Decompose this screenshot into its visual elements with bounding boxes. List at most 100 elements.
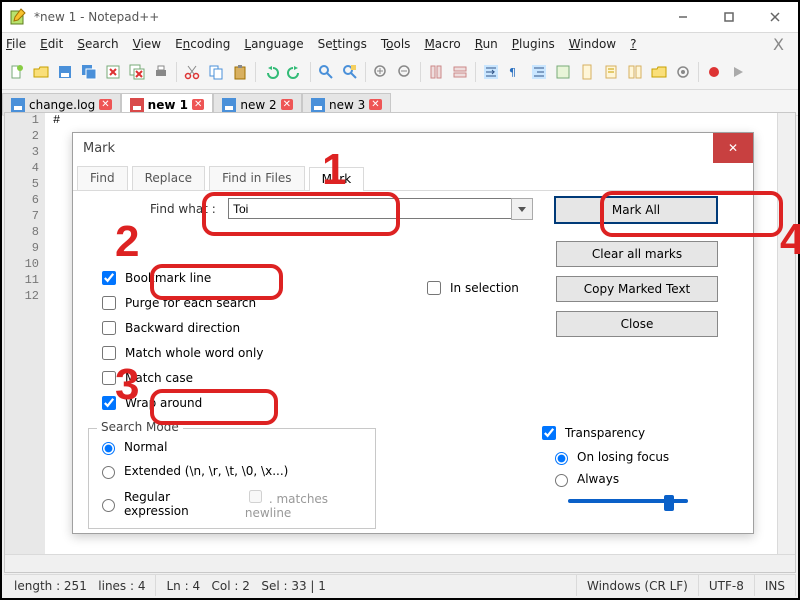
- tb-indent-icon[interactable]: [528, 61, 550, 83]
- tb-cut-icon[interactable]: [181, 61, 203, 83]
- menu-encoding[interactable]: Encoding: [175, 37, 230, 51]
- tb-copy-icon[interactable]: [205, 61, 227, 83]
- search-mode-regex[interactable]: Regular expression . matches newline: [97, 487, 367, 520]
- minimize-button[interactable]: [660, 2, 706, 32]
- tb-wordwrap-icon[interactable]: [480, 61, 502, 83]
- bookmark-line-checkbox[interactable]: Bookmark line: [98, 268, 211, 288]
- tb-find-icon[interactable]: [315, 61, 337, 83]
- wrap-around-checkbox[interactable]: Wrap around: [98, 393, 202, 413]
- tb-allchars-icon[interactable]: ¶: [504, 61, 526, 83]
- notepadpp-window: *new 1 - Notepad++ File Edit Search View…: [0, 0, 800, 600]
- mark-all-button[interactable]: Mark All: [554, 196, 718, 224]
- status-overwrite[interactable]: INS: [755, 575, 796, 596]
- search-mode-group: Search Mode Normal Extended (\n, \r, \t,…: [88, 428, 376, 529]
- tab-close-icon[interactable]: ✕: [369, 99, 381, 110]
- tab-close-icon[interactable]: ✕: [281, 99, 293, 110]
- menu-close-x-icon[interactable]: X: [773, 35, 794, 54]
- title-bar: *new 1 - Notepad++: [2, 2, 798, 33]
- svg-text:¶: ¶: [509, 66, 516, 79]
- transparency-slider[interactable]: [568, 499, 688, 503]
- tab-label: new 2: [240, 98, 276, 112]
- tab-label: change.log: [29, 98, 95, 112]
- tb-paste-icon[interactable]: [229, 61, 251, 83]
- always-radio[interactable]: Always: [550, 471, 718, 487]
- menu-view[interactable]: View: [133, 37, 161, 51]
- menu-tools[interactable]: Tools: [381, 37, 411, 51]
- copy-marked-text-button[interactable]: Copy Marked Text: [556, 276, 718, 302]
- tb-replace-icon[interactable]: [339, 61, 361, 83]
- window-title: *new 1 - Notepad++: [34, 10, 660, 24]
- tab-close-icon[interactable]: ✕: [192, 99, 204, 110]
- find-what-label: Find what :: [150, 202, 216, 216]
- tb-userlang-icon[interactable]: [552, 61, 574, 83]
- menu-plugins[interactable]: Plugins: [512, 37, 555, 51]
- tab-close-icon[interactable]: ✕: [99, 99, 111, 110]
- dialog-close-button[interactable]: ✕: [713, 133, 753, 163]
- tab-mark[interactable]: Mark: [309, 167, 365, 191]
- tb-funclist-icon[interactable]: [624, 61, 646, 83]
- menu-run[interactable]: Run: [475, 37, 498, 51]
- tb-closeall-icon[interactable]: [126, 61, 148, 83]
- backward-checkbox[interactable]: Backward direction: [98, 318, 240, 338]
- saved-icon: [11, 98, 25, 112]
- whole-word-checkbox[interactable]: Match whole word only: [98, 343, 263, 363]
- tab-replace[interactable]: Replace: [132, 166, 205, 190]
- tb-redo-icon[interactable]: [284, 61, 306, 83]
- purge-checkbox[interactable]: Purge for each search: [98, 293, 256, 313]
- tb-print-icon[interactable]: [150, 61, 172, 83]
- tb-undo-icon[interactable]: [260, 61, 282, 83]
- status-encoding[interactable]: UTF-8: [699, 575, 755, 596]
- slider-thumb[interactable]: [664, 495, 674, 511]
- menu-help[interactable]: ?: [630, 37, 636, 51]
- in-selection-checkbox[interactable]: In selection: [423, 278, 519, 298]
- status-length: length : 251 lines : 4: [4, 575, 156, 596]
- menu-language[interactable]: Language: [244, 37, 303, 51]
- tb-doclist-icon[interactable]: [600, 61, 622, 83]
- tb-zoomout-icon[interactable]: [394, 61, 416, 83]
- tb-play-icon[interactable]: [727, 61, 749, 83]
- status-bar: length : 251 lines : 4 Ln : 4 Col : 2 Se…: [4, 574, 796, 596]
- tb-new-icon[interactable]: [6, 61, 28, 83]
- menu-file[interactable]: File: [6, 37, 26, 51]
- menu-settings[interactable]: Settings: [318, 37, 367, 51]
- tb-close-icon[interactable]: [102, 61, 124, 83]
- transparency-checkbox[interactable]: Transparency: [538, 423, 718, 443]
- close-dialog-button[interactable]: Close: [556, 311, 718, 337]
- find-what-combo: [228, 198, 533, 220]
- status-eol[interactable]: Windows (CR LF): [577, 575, 699, 596]
- search-mode-extended[interactable]: Extended (\n, \r, \t, \0, \x...): [97, 463, 367, 479]
- tb-sync-h-icon[interactable]: [449, 61, 471, 83]
- menu-macro[interactable]: Macro: [424, 37, 460, 51]
- close-button[interactable]: [752, 2, 798, 32]
- tb-docmap-icon[interactable]: [576, 61, 598, 83]
- vertical-scrollbar[interactable]: [777, 113, 795, 555]
- dialog-title-bar[interactable]: Mark ✕: [73, 133, 753, 163]
- dialog-title: Mark: [83, 141, 713, 156]
- tab-find-in-files[interactable]: Find in Files: [209, 166, 305, 190]
- dot-matches-newline-checkbox: . matches newline: [245, 487, 367, 520]
- on-losing-focus-radio[interactable]: On losing focus: [550, 449, 718, 465]
- app-icon: [8, 7, 28, 27]
- saved-icon: [222, 98, 236, 112]
- tb-monitor-icon[interactable]: [672, 61, 694, 83]
- menu-window[interactable]: Window: [569, 37, 616, 51]
- clear-all-marks-button[interactable]: Clear all marks: [556, 241, 718, 267]
- horizontal-scrollbar[interactable]: [5, 554, 795, 572]
- match-case-checkbox[interactable]: Match case: [98, 368, 193, 388]
- menu-edit[interactable]: Edit: [40, 37, 63, 51]
- dropdown-icon[interactable]: [511, 198, 533, 220]
- tb-saveall-icon[interactable]: [78, 61, 100, 83]
- find-what-input[interactable]: [228, 198, 518, 219]
- search-mode-normal[interactable]: Normal: [97, 439, 367, 455]
- tab-find[interactable]: Find: [77, 166, 128, 190]
- maximize-button[interactable]: [706, 2, 752, 32]
- menu-search[interactable]: Search: [77, 37, 118, 51]
- tb-save-icon[interactable]: [54, 61, 76, 83]
- tb-zoomin-icon[interactable]: [370, 61, 392, 83]
- tb-sync-v-icon[interactable]: [425, 61, 447, 83]
- tab-label: new 3: [329, 98, 365, 112]
- tb-open-icon[interactable]: [30, 61, 52, 83]
- search-mode-legend: Search Mode: [97, 420, 183, 434]
- tb-folder-icon[interactable]: [648, 61, 670, 83]
- tb-record-icon[interactable]: [703, 61, 725, 83]
